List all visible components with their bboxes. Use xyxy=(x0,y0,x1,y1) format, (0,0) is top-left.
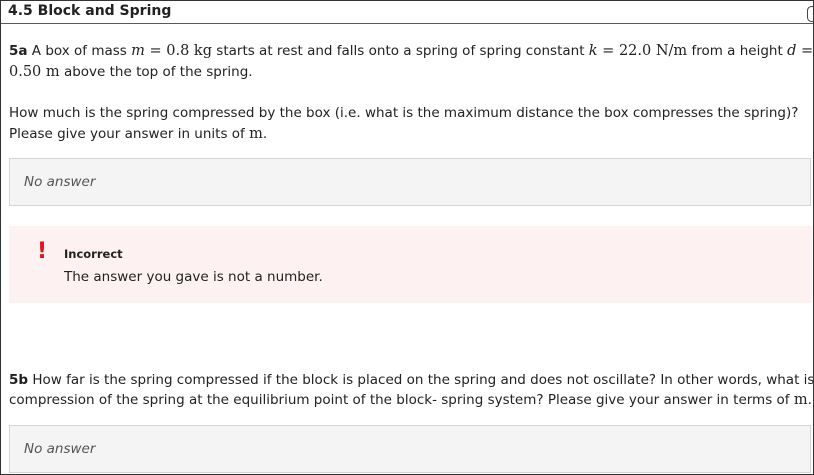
question-5a-text: 5a A box of mass m = 0.8 kg starts at re… xyxy=(9,43,814,59)
question-5a-text-line2: 0.50 m above the top of the spring. xyxy=(9,64,253,80)
question-5a-prompt-line2: Please give your answer in units of m. xyxy=(9,126,268,142)
feedback-title: Incorrect xyxy=(64,247,123,261)
section-title: 4.5 Block and Spring xyxy=(8,3,172,19)
scroll-edge-indicator xyxy=(807,6,813,22)
feedback-message: The answer you gave is not a number. xyxy=(64,269,323,285)
question-5b-label: 5b xyxy=(9,372,29,388)
unit-symbol: m xyxy=(249,126,263,142)
answer-5b-value: No answer xyxy=(24,441,96,457)
feedback-incorrect-box: ! Incorrect The answer you gave is not a… xyxy=(9,226,812,303)
mass-value: 0.8 kg xyxy=(166,43,212,59)
unit-symbol-5b: m xyxy=(793,392,808,408)
spring-constant-value: 22.0 N/m xyxy=(618,43,688,59)
title-divider xyxy=(1,23,813,24)
answer-5b-field[interactable]: No answer xyxy=(9,425,811,473)
question-5a-prompt: How much is the spring compressed by the… xyxy=(9,105,799,121)
question-5b-text-line2: compression of the spring at the equilib… xyxy=(9,392,812,408)
question-5a-label: 5a xyxy=(9,43,28,59)
question-panel: 4.5 Block and Spring 5a A box of mass m … xyxy=(0,0,814,475)
exclamation-icon: ! xyxy=(37,239,48,264)
height-value: 0.50 m xyxy=(9,64,60,80)
answer-5a-value: No answer xyxy=(24,174,96,190)
answer-5a-field[interactable]: No answer xyxy=(9,158,811,206)
question-5b-text: 5b How far is the spring compressed if t… xyxy=(9,372,814,388)
